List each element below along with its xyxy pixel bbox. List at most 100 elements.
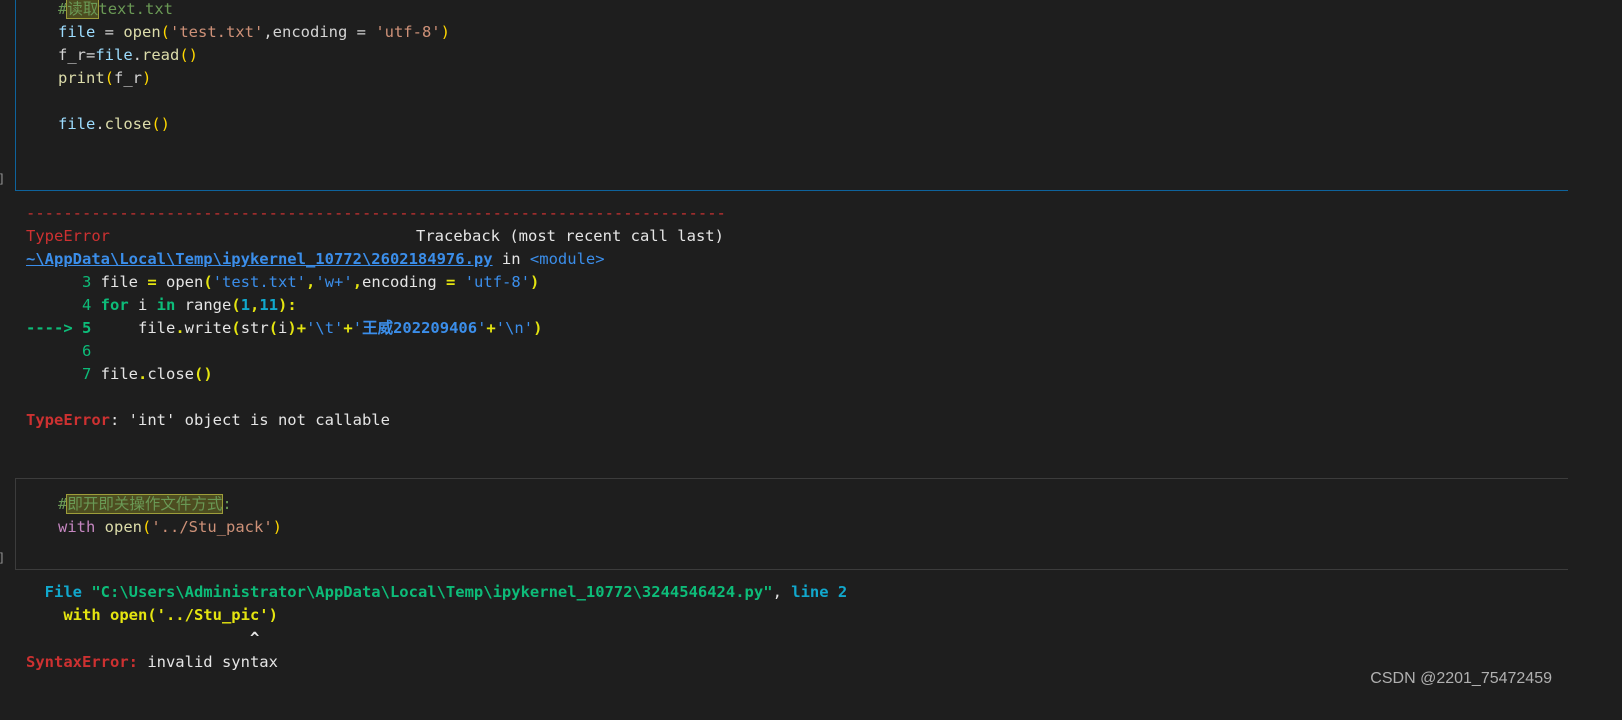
syntax-error-caret: ^ [26, 629, 260, 647]
token: ) [278, 296, 288, 314]
traceback-line-4: 4 for i in range(1,11): [26, 294, 297, 317]
code-line-comment: #读取text.txt [58, 0, 173, 21]
token: , [352, 273, 363, 291]
traceback-error-type: TypeError [26, 227, 110, 245]
token: . [132, 46, 142, 64]
token: '\n' [495, 319, 534, 337]
code-line-open: file = open('test.txt',encoding = 'utf-8… [58, 21, 450, 44]
token: '../Stu_pack' [151, 518, 273, 536]
token: ( [268, 319, 279, 337]
token: i [128, 296, 157, 314]
token: : [222, 495, 232, 513]
token: , [250, 296, 260, 314]
token: ( [142, 518, 152, 536]
final-error-message: : 'int' object is not callable [110, 411, 390, 429]
comment-cjk-highlight: 即开即关操作文件方式 [66, 494, 224, 514]
token: read [142, 46, 180, 64]
token: 'test.txt' [170, 23, 264, 41]
token: file [58, 23, 96, 41]
token: for [100, 296, 129, 314]
token: ) [287, 319, 297, 337]
token: 11 [259, 296, 279, 314]
token: open [123, 23, 161, 41]
token: "C:\Users\Administrator\AppData\Local\Te… [91, 583, 773, 601]
token: 'w+' [315, 273, 353, 291]
traceback-line-5-current: ----> 5 file.write(str(i)+'\t'+'王威202209… [26, 317, 542, 340]
final-error-type: TypeError [26, 411, 110, 429]
token: + [296, 319, 307, 337]
syntax-error-location: File "C:\Users\Administrator\AppData\Loc… [26, 581, 848, 604]
comment-hash: # [58, 0, 68, 18]
token: str [240, 319, 269, 337]
token: # [58, 495, 68, 513]
code-line-close: file.close() [58, 113, 170, 136]
cell-1-execution-bracket: ] [0, 171, 4, 185]
token: ,encoding = [263, 23, 376, 41]
token: range [175, 296, 232, 314]
token: file [91, 273, 148, 291]
token: invalid syntax [137, 653, 278, 671]
syntax-error-code: with open('../Stu_pic') [26, 606, 278, 624]
token: file [58, 115, 96, 133]
token: ) [533, 319, 543, 337]
token: ( [104, 69, 115, 87]
cell-2-execution-bracket: ] [0, 550, 4, 564]
traceback-dashes: ----------------------------------------… [26, 204, 726, 222]
token: ( [160, 23, 170, 41]
token: = [147, 273, 157, 291]
traceback-final-error: TypeError: 'int' object is not callable [26, 409, 390, 432]
token: = [446, 273, 456, 291]
token: 王威202209406 [362, 319, 478, 337]
comment-text: text.txt [98, 0, 174, 18]
token: open [104, 518, 142, 536]
token: in [492, 250, 530, 268]
token: ( [203, 273, 213, 291]
token: . [138, 365, 148, 383]
token: file [91, 319, 176, 337]
token: line 2 [791, 583, 848, 601]
traceback-line-6: 6 [26, 340, 91, 363]
traceback-file-link[interactable]: ~\AppData\Local\Temp\ipykernel_10772\260… [26, 250, 493, 268]
token: ) [440, 23, 450, 41]
token: = [95, 23, 124, 41]
token: 'test.txt' [212, 273, 307, 291]
token: 1 [240, 296, 251, 314]
token: + [343, 319, 353, 337]
token: . [175, 319, 185, 337]
token: , [306, 273, 316, 291]
token: 4 [26, 296, 92, 314]
token: write [184, 319, 232, 337]
token: close [104, 115, 152, 133]
token: close [147, 365, 195, 383]
token: () [179, 46, 198, 64]
token: '\t' [306, 319, 344, 337]
token: ) [530, 273, 540, 291]
token: . [95, 115, 105, 133]
token: 'utf-8' [464, 273, 531, 291]
token: : [287, 296, 297, 314]
code-cell-1[interactable]: #读取text.txt file = open('test.txt',encod… [15, 0, 1568, 191]
token: in [156, 296, 176, 314]
token: f_r [114, 69, 143, 87]
comment-cjk-highlight: 读取 [66, 0, 100, 19]
token: print [58, 69, 105, 87]
token: <module> [529, 250, 605, 268]
code-cell-2[interactable]: #即开即关操作文件方式: with open('../Stu_pack') [15, 478, 1568, 570]
token: + [486, 319, 496, 337]
token: ( [231, 296, 241, 314]
token: open [156, 273, 204, 291]
code-line-print: print(f_r) [58, 67, 151, 90]
csdn-watermark: CSDN @2201_75472459 [1370, 670, 1552, 687]
token: 6 [26, 342, 92, 360]
token: ' [352, 319, 363, 337]
token: , [772, 583, 792, 601]
token: ( [231, 319, 241, 337]
token: File [26, 583, 92, 601]
syntax-error-type: SyntaxError: [26, 653, 138, 671]
token: f_r= [58, 46, 96, 64]
token: file [95, 46, 133, 64]
traceback-arrow: ----> 5 [26, 319, 92, 337]
